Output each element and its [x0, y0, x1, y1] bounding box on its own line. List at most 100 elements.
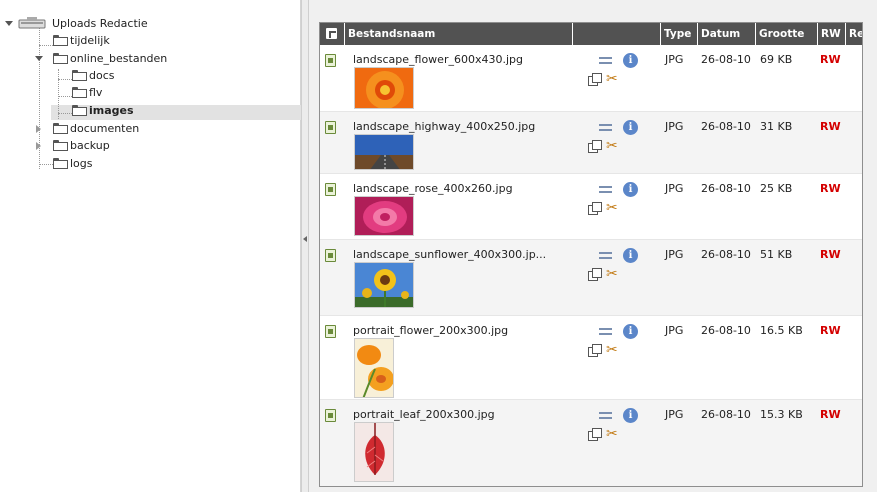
file-thumbnail[interactable] — [354, 196, 414, 236]
folder-icon — [72, 105, 87, 116]
file-name[interactable]: portrait_leaf_200x300.jpg — [353, 408, 495, 421]
edit-icon[interactable] — [599, 328, 612, 335]
tree-item-label: flv — [89, 86, 103, 99]
rw-status: RW — [820, 182, 841, 195]
column-header-date[interactable]: Datum — [698, 23, 756, 45]
tree-item-documenten[interactable]: documenten — [0, 122, 300, 136]
copy-icon[interactable] — [588, 202, 602, 215]
edit-icon[interactable] — [599, 57, 612, 64]
tree-item-flv[interactable]: flv — [0, 86, 300, 100]
file-row[interactable]: landscape_flower_600x430.jpg i ✂ JPG 26-… — [320, 45, 862, 112]
file-name[interactable]: portrait_flower_200x300.jpg — [353, 324, 508, 337]
info-icon[interactable]: i — [623, 182, 638, 197]
column-header-type[interactable]: Type — [661, 23, 698, 45]
file-date: 26-08-10 — [701, 120, 751, 133]
file-date: 26-08-10 — [701, 53, 751, 66]
folder-icon — [72, 87, 87, 98]
edit-icon[interactable] — [599, 252, 612, 259]
file-row[interactable]: landscape_sunflower_400x300.jp... i ✂ JP… — [320, 240, 862, 316]
file-row[interactable]: portrait_leaf_200x300.jpg i ✂ JPG 26-08-… — [320, 400, 862, 486]
file-date: 26-08-10 — [701, 248, 751, 261]
copy-icon[interactable] — [588, 344, 602, 357]
file-date: 26-08-10 — [701, 182, 751, 195]
column-header-name[interactable]: Bestandsnaam — [345, 23, 573, 45]
file-thumbnail[interactable] — [354, 67, 414, 109]
folder-icon — [53, 158, 68, 169]
file-type: JPG — [665, 182, 684, 195]
tree-root[interactable]: Uploads Redactie — [0, 17, 300, 31]
copy-icon[interactable] — [588, 268, 602, 281]
expand-icon[interactable] — [36, 125, 45, 134]
rw-status: RW — [820, 53, 841, 66]
cut-icon[interactable]: ✂ — [606, 267, 620, 281]
column-header-size[interactable]: Grootte — [756, 23, 818, 45]
column-header-ref[interactable]: Ref — [846, 23, 862, 45]
collapse-panel-icon[interactable] — [303, 236, 307, 242]
column-header-actions — [573, 23, 661, 45]
file-thumbnail[interactable] — [354, 262, 414, 308]
file-size: 15.3 KB — [760, 408, 803, 421]
expand-icon[interactable] — [36, 142, 45, 151]
collapse-icon[interactable] — [5, 20, 14, 29]
folder-icon — [53, 53, 68, 64]
info-icon[interactable]: i — [623, 408, 638, 423]
copy-icon[interactable] — [588, 140, 602, 153]
tree-item-online-bestanden[interactable]: online_bestanden — [0, 52, 300, 66]
tree-item-label: tijdelijk — [70, 34, 110, 47]
file-size: 51 KB — [760, 248, 793, 261]
select-all-header[interactable] — [320, 23, 345, 45]
rw-status: RW — [820, 120, 841, 133]
edit-icon[interactable] — [599, 186, 612, 193]
select-all-icon[interactable] — [326, 28, 337, 39]
info-icon[interactable]: i — [623, 324, 638, 339]
info-icon[interactable]: i — [623, 53, 638, 68]
file-date: 26-08-10 — [701, 324, 751, 337]
tree-item-images[interactable]: images — [0, 104, 300, 118]
tree-item-label: backup — [70, 139, 110, 152]
file-name[interactable]: landscape_highway_400x250.jpg — [353, 120, 535, 133]
tree-item-tijdelijk[interactable]: tijdelijk — [0, 34, 300, 48]
tree-item-label: documenten — [70, 122, 140, 135]
panel-splitter[interactable] — [301, 0, 309, 492]
column-header-rw[interactable]: RW — [818, 23, 846, 45]
tree-item-label: online_bestanden — [70, 52, 168, 65]
cut-icon[interactable]: ✂ — [606, 201, 620, 215]
tree-item-docs[interactable]: docs — [0, 69, 300, 83]
file-row[interactable]: landscape_highway_400x250.jpg i ✂ JPG 26… — [320, 112, 862, 174]
tree-item-label: docs — [89, 69, 115, 82]
tree-item-label: logs — [70, 157, 93, 170]
copy-icon[interactable] — [588, 428, 602, 441]
tree-item-label: images — [89, 104, 134, 117]
tree-item-backup[interactable]: backup — [0, 139, 300, 153]
folder-icon — [72, 70, 87, 81]
file-name[interactable]: landscape_rose_400x260.jpg — [353, 182, 513, 195]
file-date: 26-08-10 — [701, 408, 751, 421]
copy-icon[interactable] — [588, 73, 602, 86]
file-name[interactable]: landscape_flower_600x430.jpg — [353, 53, 523, 66]
grid-header: Bestandsnaam Type Datum Grootte RW Ref — [320, 23, 862, 45]
file-type: JPG — [665, 53, 684, 66]
collapse-icon[interactable] — [35, 55, 44, 64]
image-file-icon — [325, 249, 336, 262]
edit-icon[interactable] — [599, 124, 612, 131]
file-size: 31 KB — [760, 120, 793, 133]
cut-icon[interactable]: ✂ — [606, 427, 620, 441]
file-thumbnail[interactable] — [354, 422, 394, 482]
folder-tree-panel: Uploads Redactie tijdelijk online_bestan… — [0, 0, 301, 492]
file-thumbnail[interactable] — [354, 134, 414, 170]
cut-icon[interactable]: ✂ — [606, 139, 620, 153]
file-row[interactable]: portrait_flower_200x300.jpg i ✂ JPG 26-0… — [320, 316, 862, 400]
file-name[interactable]: landscape_sunflower_400x300.jp... — [353, 248, 546, 261]
info-icon[interactable]: i — [623, 248, 638, 263]
tree-item-logs[interactable]: logs — [0, 157, 300, 171]
file-size: 69 KB — [760, 53, 793, 66]
file-type: JPG — [665, 324, 684, 337]
edit-icon[interactable] — [599, 412, 612, 419]
folder-icon — [53, 35, 68, 46]
file-thumbnail[interactable] — [354, 338, 394, 398]
info-icon[interactable]: i — [623, 120, 638, 135]
cut-icon[interactable]: ✂ — [606, 343, 620, 357]
folder-icon — [53, 140, 68, 151]
cut-icon[interactable]: ✂ — [606, 72, 620, 86]
file-row[interactable]: landscape_rose_400x260.jpg i ✂ JPG 26-08… — [320, 174, 862, 240]
